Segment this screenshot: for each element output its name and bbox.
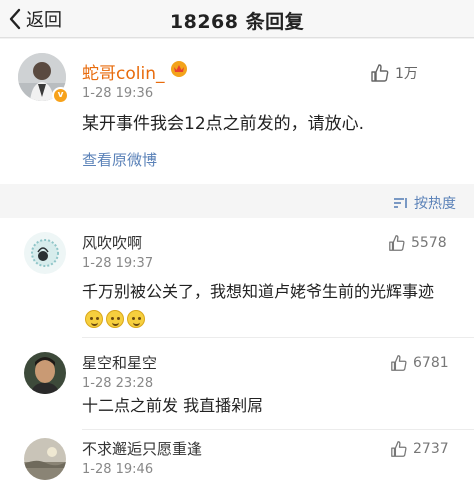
comment-avatar[interactable]	[24, 352, 66, 394]
comment-author[interactable]: 风吹吹啊	[82, 232, 142, 253]
comment-time: 1-28 19:46	[82, 462, 154, 477]
comment-like-button[interactable]: 2737	[390, 440, 449, 458]
post-author-name[interactable]: 蛇哥colin_	[82, 59, 164, 84]
post-like-count: 1万	[395, 66, 418, 82]
smile-emoji-icon	[127, 310, 145, 328]
avatar-photo	[24, 438, 66, 480]
page-title: 18268 条回复	[169, 11, 305, 33]
sort-icon	[394, 198, 407, 208]
verified-badge-icon: v	[52, 87, 69, 104]
original-post: v 蛇哥colin_ 1-28 19:36 1万 某开事件我会12点之前发的，请…	[0, 39, 474, 184]
sort-by-popularity-button[interactable]: 按热度	[394, 193, 456, 213]
comment-like-count: 2737	[413, 441, 449, 457]
comment-like-count: 5578	[411, 235, 447, 251]
comment-avatar[interactable]	[24, 438, 66, 480]
post-time: 1-28 19:36	[82, 86, 154, 101]
vip-crown-icon	[171, 61, 187, 77]
comment-avatar[interactable]	[24, 232, 66, 274]
avatar-photo	[24, 352, 66, 394]
thumbs-up-icon	[391, 355, 407, 371]
nav-bar: 返回 18268 条回复	[0, 0, 474, 38]
smile-emoji-icon	[85, 310, 103, 328]
avatar-photo	[24, 232, 66, 274]
smile-emoji-icon	[106, 310, 124, 328]
post-text: 某开事件我会12点之前发的，请放心.	[82, 114, 365, 134]
thumbs-up-icon	[391, 441, 407, 457]
comment-time: 1-28 19:37	[82, 256, 154, 271]
comment-like-count: 6781	[413, 355, 449, 371]
thumbs-up-icon	[389, 235, 405, 251]
sort-label: 按热度	[414, 196, 456, 212]
thumbs-up-icon	[371, 64, 389, 82]
comment-item: 风吹吹啊 1-28 19:37 5578 千万别被公关了，我想知道卢姥爷生前的光…	[0, 218, 474, 330]
comment-text-body: 千万别被公关了，我想知道卢姥爷生前的光辉事迹	[82, 282, 435, 301]
comment-like-button[interactable]: 6781	[390, 354, 449, 372]
comment-list: 风吹吹啊 1-28 19:37 5578 千万别被公关了，我想知道卢姥爷生前的光…	[0, 218, 474, 482]
comment-text: 十二点之前发 我直播剁屌	[82, 396, 264, 415]
sort-bar: 按热度	[0, 184, 474, 218]
post-like-button[interactable]: 1万	[370, 63, 418, 83]
comment-like-button[interactable]: 5578	[388, 234, 447, 252]
comment-text: 千万别被公关了，我想知道卢姥爷生前的光辉事迹	[82, 278, 454, 334]
comment-time: 1-28 23:28	[82, 376, 154, 391]
view-original-link[interactable]: 查看原微博	[82, 149, 157, 170]
comment-item: 星空和星空 1-28 23:28 6781 十二点之前发 我直播剁屌	[0, 338, 474, 428]
comment-author[interactable]: 不求邂逅只愿重逢	[82, 438, 202, 459]
comment-item: 不求邂逅只愿重逢 1-28 19:46 2737	[0, 430, 474, 482]
comment-author[interactable]: 星空和星空	[82, 352, 157, 373]
